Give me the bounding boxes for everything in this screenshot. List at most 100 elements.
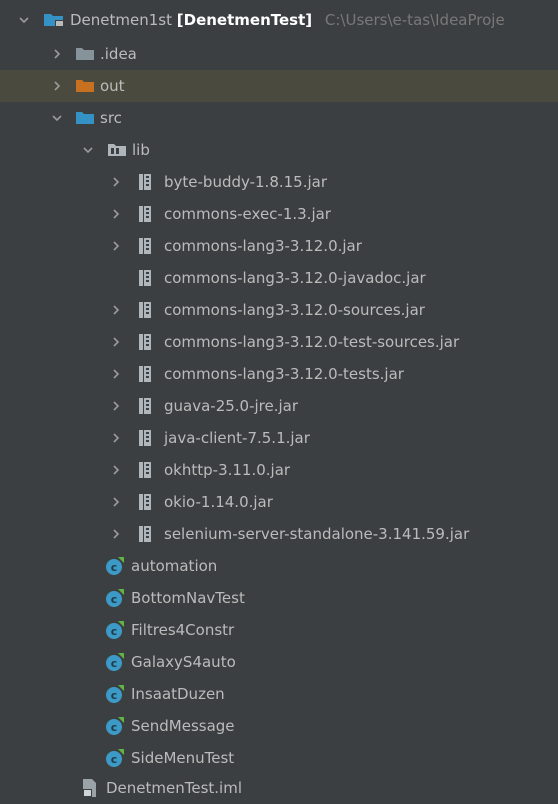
jar-row[interactable]: java-client-7.5.1.jar bbox=[0, 422, 558, 454]
module-name: [DenetmenTest] bbox=[176, 11, 313, 29]
class-row[interactable]: c InsaatDuzen bbox=[0, 678, 558, 710]
chevron-down-icon[interactable] bbox=[82, 144, 94, 156]
jar-row[interactable]: selenium-server-standalone-3.141.59.jar bbox=[0, 518, 558, 550]
svg-text:c: c bbox=[111, 625, 118, 638]
jar-label: commons-lang3-3.12.0-tests.jar bbox=[164, 365, 404, 383]
module-file-icon bbox=[80, 778, 100, 798]
chevron-right-icon[interactable] bbox=[110, 400, 122, 412]
module-folder-icon bbox=[43, 12, 65, 28]
jar-icon bbox=[138, 237, 152, 255]
jar-icon bbox=[138, 429, 152, 447]
jar-label: commons-lang3-3.12.0-javadoc.jar bbox=[164, 269, 426, 287]
chevron-right-icon[interactable] bbox=[110, 208, 122, 220]
jar-icon bbox=[138, 461, 152, 479]
jar-row[interactable]: byte-buddy-1.8.15.jar bbox=[0, 166, 558, 198]
java-class-icon: c bbox=[105, 620, 125, 640]
java-class-icon: c bbox=[105, 716, 125, 736]
class-label: automation bbox=[131, 557, 218, 575]
folder-label-idea: .idea bbox=[100, 45, 137, 63]
java-class-icon: c bbox=[105, 556, 125, 576]
class-row[interactable]: c GalaxyS4auto bbox=[0, 646, 558, 678]
class-label: BottomNavTest bbox=[131, 589, 245, 607]
excluded-folder-icon bbox=[75, 78, 95, 94]
svg-text:c: c bbox=[111, 721, 118, 734]
chevron-right-icon[interactable] bbox=[110, 176, 122, 188]
chevron-down-icon[interactable] bbox=[18, 14, 30, 26]
jar-icon bbox=[138, 397, 152, 415]
jar-icon bbox=[138, 269, 152, 287]
class-row[interactable]: c BottomNavTest bbox=[0, 582, 558, 614]
jar-label: okio-1.14.0.jar bbox=[164, 493, 273, 511]
jar-label: commons-lang3-3.12.0-test-sources.jar bbox=[164, 333, 460, 351]
chevron-right-icon[interactable] bbox=[51, 80, 63, 92]
tree-row-idea[interactable]: .idea bbox=[0, 38, 558, 70]
jar-label: commons-lang3-3.12.0.jar bbox=[164, 237, 362, 255]
folder-icon bbox=[75, 46, 95, 62]
jar-row[interactable]: commons-lang3-3.12.0-test-sources.jar bbox=[0, 326, 558, 358]
jar-row[interactable]: guava-25.0-jre.jar bbox=[0, 390, 558, 422]
class-row[interactable]: c SideMenuTest bbox=[0, 742, 558, 774]
jar-row[interactable]: commons-lang3-3.12.0-javadoc.jar bbox=[0, 262, 558, 294]
jar-label: guava-25.0-jre.jar bbox=[164, 397, 299, 415]
tree-row-root[interactable]: Denetmen1st [DenetmenTest] C:\Users\e-ta… bbox=[0, 4, 558, 36]
class-label: InsaatDuzen bbox=[131, 685, 225, 703]
svg-text:c: c bbox=[111, 657, 118, 670]
folder-label-src: src bbox=[100, 109, 122, 127]
chevron-right-icon[interactable] bbox=[110, 304, 122, 316]
class-label: SendMessage bbox=[131, 717, 235, 735]
library-folder-icon bbox=[107, 142, 127, 158]
jar-icon bbox=[138, 173, 152, 191]
class-row[interactable]: c SendMessage bbox=[0, 710, 558, 742]
root-label: Denetmen1st [DenetmenTest] C:\Users\e-ta… bbox=[70, 11, 505, 29]
svg-text:c: c bbox=[111, 593, 118, 606]
tree-row-lib[interactable]: lib bbox=[0, 134, 558, 166]
project-tree: Denetmen1st [DenetmenTest] C:\Users\e-ta… bbox=[0, 0, 558, 803]
project-path: C:\Users\e-tas\IdeaProje bbox=[324, 11, 505, 29]
jar-row[interactable]: okio-1.14.0.jar bbox=[0, 486, 558, 518]
jar-label: java-client-7.5.1.jar bbox=[164, 429, 310, 447]
chevron-right-icon[interactable] bbox=[110, 432, 122, 444]
folder-label-lib: lib bbox=[132, 141, 150, 159]
java-class-icon: c bbox=[105, 588, 125, 608]
class-row[interactable]: c automation bbox=[0, 550, 558, 582]
jar-icon bbox=[138, 333, 152, 351]
jar-label: selenium-server-standalone-3.141.59.jar bbox=[164, 525, 470, 543]
jar-icon bbox=[138, 525, 152, 543]
svg-text:c: c bbox=[111, 753, 118, 766]
jar-row[interactable]: commons-exec-1.3.jar bbox=[0, 198, 558, 230]
jar-label: commons-exec-1.3.jar bbox=[164, 205, 331, 223]
module-file-label: DenetmenTest.iml bbox=[106, 779, 242, 797]
chevron-right-icon[interactable] bbox=[51, 48, 63, 60]
chevron-right-icon[interactable] bbox=[110, 368, 122, 380]
java-class-icon: c bbox=[105, 748, 125, 768]
tree-row-iml[interactable]: DenetmenTest.iml bbox=[0, 772, 558, 804]
chevron-right-icon[interactable] bbox=[110, 336, 122, 348]
chevron-down-icon[interactable] bbox=[51, 112, 63, 124]
source-folder-icon bbox=[75, 110, 95, 126]
jar-row[interactable]: okhttp-3.11.0.jar bbox=[0, 454, 558, 486]
chevron-right-icon[interactable] bbox=[110, 496, 122, 508]
svg-text:c: c bbox=[111, 561, 118, 574]
tree-row-out[interactable]: out bbox=[0, 70, 558, 102]
jar-row[interactable]: commons-lang3-3.12.0-sources.jar bbox=[0, 294, 558, 326]
chevron-right-icon[interactable] bbox=[110, 464, 122, 476]
jar-icon bbox=[138, 365, 152, 383]
jar-icon bbox=[138, 493, 152, 511]
class-label: Filtres4Constr bbox=[131, 621, 235, 639]
project-name: Denetmen1st bbox=[70, 11, 172, 29]
jar-row[interactable]: commons-lang3-3.12.0.jar bbox=[0, 230, 558, 262]
chevron-right-icon[interactable] bbox=[110, 240, 122, 252]
jar-icon bbox=[138, 301, 152, 319]
class-row[interactable]: c Filtres4Constr bbox=[0, 614, 558, 646]
jar-label: okhttp-3.11.0.jar bbox=[164, 461, 291, 479]
jar-row[interactable]: commons-lang3-3.12.0-tests.jar bbox=[0, 358, 558, 390]
chevron-right-icon[interactable] bbox=[110, 528, 122, 540]
jar-label: commons-lang3-3.12.0-sources.jar bbox=[164, 301, 425, 319]
java-class-icon: c bbox=[105, 684, 125, 704]
svg-text:c: c bbox=[111, 689, 118, 702]
folder-label-out: out bbox=[100, 77, 125, 95]
tree-row-src[interactable]: src bbox=[0, 102, 558, 134]
java-class-icon: c bbox=[105, 652, 125, 672]
jar-icon bbox=[138, 205, 152, 223]
class-label: SideMenuTest bbox=[131, 749, 235, 767]
